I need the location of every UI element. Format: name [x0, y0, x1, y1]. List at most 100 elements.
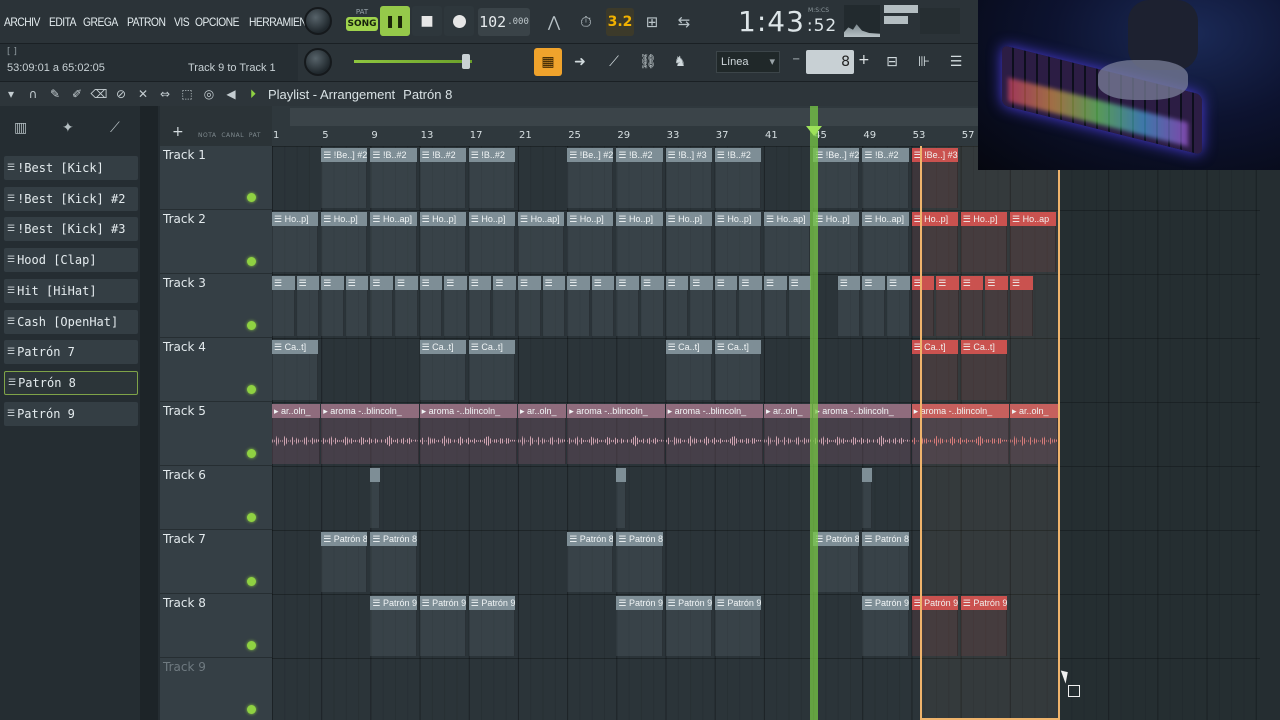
playhead[interactable]: [810, 106, 818, 720]
audio-clip[interactable]: ▸ aroma -..blincoln_: [665, 404, 763, 464]
audio-clip[interactable]: ▸ aroma -..blincoln_: [813, 404, 911, 464]
pattern-clip[interactable]: ☰ Patrón 8: [567, 532, 614, 592]
pencil-icon[interactable]: ✎: [44, 83, 66, 105]
track-enable-led[interactable]: [247, 705, 256, 714]
hihat-clip[interactable]: ☰: [764, 276, 787, 336]
pattern-clip[interactable]: ☰ Patrón 8: [370, 532, 417, 592]
play-pause-button[interactable]: ❚❚: [380, 6, 410, 36]
speaker-icon[interactable]: ◀: [220, 83, 242, 105]
snap-select[interactable]: Línea: [716, 51, 780, 73]
audio-clip[interactable]: ▸ ar..oln_: [518, 404, 567, 464]
hihat-clip[interactable]: ☰: [887, 276, 910, 336]
menu-agregar[interactable]: GREGA: [83, 15, 118, 29]
pattern-clip[interactable]: ☰ Ho..p]: [714, 212, 761, 272]
hihat-clip[interactable]: ☰: [591, 276, 615, 336]
time-selection[interactable]: [920, 146, 1060, 720]
pattern-item[interactable]: ☰ !Best [Kick] #2: [4, 186, 138, 211]
hihat-clip[interactable]: ☰: [714, 276, 738, 336]
pattern-clip[interactable]: ☰ Ho..ap]: [862, 212, 909, 272]
pattern-clip[interactable]: ☰ Ho..p]: [665, 212, 712, 272]
countdown-display[interactable]: 3.2: [606, 8, 634, 36]
hihat-clip[interactable]: ☰: [321, 276, 344, 336]
hihat-clip[interactable]: ☰: [468, 276, 492, 336]
tempo-field[interactable]: 102.000: [478, 8, 530, 36]
pattern-clip[interactable]: ☰ !B..#2: [370, 148, 417, 208]
pattern-item[interactable]: ☰ Patrón 7: [4, 340, 138, 365]
active-pattern[interactable]: Patrón 8: [403, 87, 452, 102]
track-enable-led[interactable]: [247, 513, 256, 522]
track-header[interactable]: Track 4: [160, 338, 272, 402]
pattern-clip[interactable]: ☰ Ho..p]: [616, 212, 663, 272]
link-icon[interactable]: ⛓: [634, 48, 662, 76]
hihat-clip[interactable]: ☰: [567, 276, 590, 336]
pattern-item[interactable]: ☰ Patrón 8: [4, 370, 138, 395]
pattern-item[interactable]: ☰ Cash [OpenHat]: [4, 309, 138, 334]
add-track-icon[interactable]: +: [172, 124, 184, 140]
track-enable-led[interactable]: [247, 641, 256, 650]
audio-clip[interactable]: ▸ aroma -..blincoln_: [567, 404, 665, 464]
song-mode-label[interactable]: SONG: [346, 17, 378, 31]
menu-opciones[interactable]: OPCIONE: [195, 15, 240, 29]
step-field[interactable]: 8: [806, 50, 854, 74]
pattern-clip[interactable]: ☰ Ho..p]: [567, 212, 614, 272]
magnet-icon[interactable]: ∩: [22, 83, 44, 105]
track-enable-led[interactable]: [247, 321, 256, 330]
brush-icon[interactable]: ⟋: [600, 48, 628, 76]
track-name[interactable]: Track 3: [163, 276, 206, 290]
hihat-clip[interactable]: ☰: [739, 276, 762, 336]
stop-button[interactable]: ■: [412, 6, 442, 36]
pattern-clip[interactable]: ☰ !Be..] #2: [813, 148, 860, 208]
track-enable-led[interactable]: [247, 385, 256, 394]
channel-rack-icon[interactable]: ⊟: [878, 48, 906, 76]
pattern-clip[interactable]: ☰ Patrón 9: [370, 596, 417, 656]
playlist-title[interactable]: Playlist - Arrangement: [268, 87, 395, 102]
hihat-clip[interactable]: ☰: [493, 276, 516, 336]
track-header[interactable]: Track 5: [160, 402, 272, 466]
track-name[interactable]: Track 6: [163, 468, 206, 482]
track-enable-led[interactable]: [247, 577, 256, 586]
pattern-clip[interactable]: ☰ Ca..t]: [272, 340, 319, 400]
track-name[interactable]: Track 1: [163, 148, 206, 162]
pattern-clip[interactable]: ☰ Ca..t]: [419, 340, 466, 400]
track-name[interactable]: Track 7: [163, 532, 206, 546]
mixer-icon[interactable]: ⊪: [910, 48, 938, 76]
loop-record-icon[interactable]: ⇆: [670, 8, 698, 36]
pattern-clip[interactable]: ☰ Ca..t]: [468, 340, 515, 400]
vertical-scrollbar[interactable]: [1260, 106, 1280, 720]
master-pitch-knob[interactable]: [304, 7, 332, 35]
hihat-clip[interactable]: ☰: [862, 276, 885, 336]
audio-clip[interactable]: ▸ aroma -..blincoln_: [419, 404, 517, 464]
wait-for-input-icon[interactable]: ⏱: [572, 8, 600, 36]
track-header[interactable]: Track 9: [160, 658, 272, 720]
track-enable-led[interactable]: [247, 193, 256, 202]
master-volume-knob[interactable]: [304, 48, 332, 76]
track-name[interactable]: Track 8: [163, 596, 206, 610]
step-decrement[interactable]: −: [792, 54, 800, 65]
step-edit-icon[interactable]: ⊞: [638, 8, 666, 36]
pattern-clip[interactable]: ☰ Patrón 9: [468, 596, 515, 656]
pattern-clip[interactable]: ☰ !B..#2: [616, 148, 663, 208]
track-name[interactable]: Track 4: [163, 340, 206, 354]
slice-icon[interactable]: ⇔: [154, 83, 176, 105]
pattern-clip[interactable]: ☰ Ho..ap]: [764, 212, 811, 272]
audio-clip[interactable]: ▸ aroma -..blincoln_: [321, 404, 419, 464]
piano-roll-icon[interactable]: ☰: [942, 48, 970, 76]
track-enable-led[interactable]: [247, 449, 256, 458]
pattern-clip[interactable]: ☰ Ho..p]: [419, 212, 466, 272]
pattern-clip[interactable]: ☰ Patrón 9: [714, 596, 761, 656]
pattern-clip[interactable]: ☰ Ho..p]: [813, 212, 860, 272]
arrow-right-icon[interactable]: ➜: [566, 48, 594, 76]
track-enable-led[interactable]: [247, 257, 256, 266]
menu-archivo[interactable]: ARCHIV: [4, 15, 40, 29]
audio-clip[interactable]: ▸ ar..oln_: [272, 404, 321, 464]
step-increment[interactable]: +: [858, 52, 870, 68]
menu-vista[interactable]: VIS: [174, 15, 190, 29]
hihat-clip[interactable]: ☰: [641, 276, 664, 336]
pattern-clip[interactable]: ☰ Patrón 9: [616, 596, 663, 656]
pattern-clip[interactable]: ☰ Patrón 9: [419, 596, 466, 656]
pattern-clip[interactable]: ☰ !B..#2: [714, 148, 761, 208]
pattern-clip[interactable]: ☰ Patrón 8: [862, 532, 909, 592]
hihat-clip[interactable]: ☰: [444, 276, 467, 336]
pattern-clip[interactable]: ☰ !B..#2: [419, 148, 466, 208]
pattern-item[interactable]: ☰ !Best [Kick]: [4, 156, 138, 180]
